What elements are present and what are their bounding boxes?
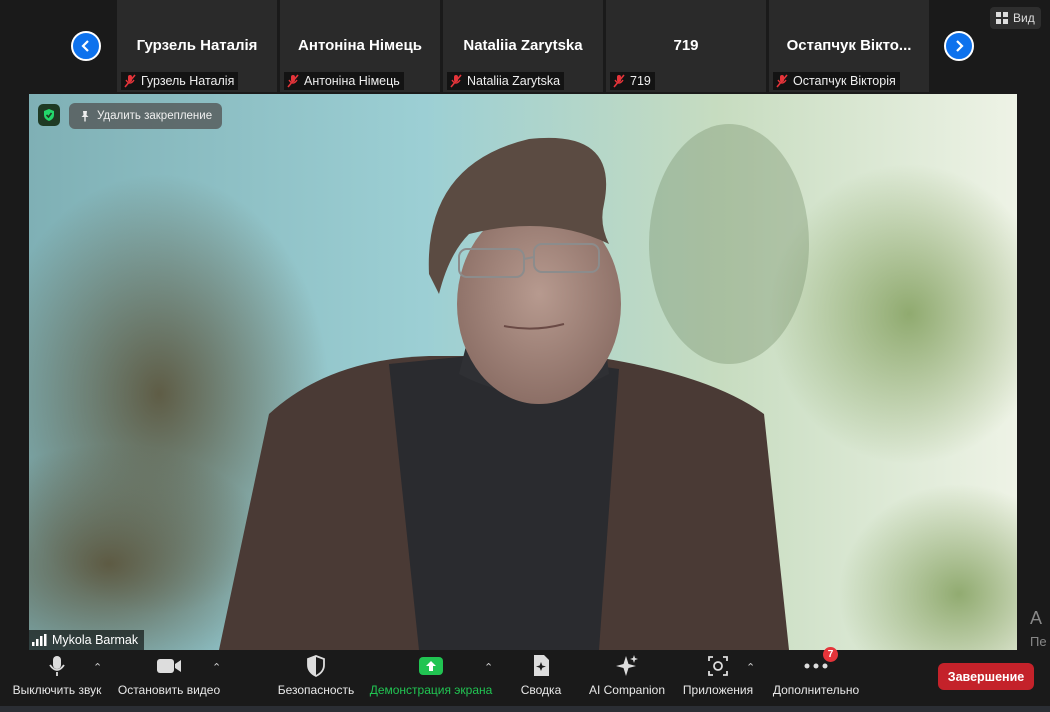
gallery-next-button[interactable]: [944, 31, 974, 61]
ai-companion-label: AI Companion: [588, 683, 666, 697]
sparkle-icon: [616, 655, 638, 676]
tile-label-text: 719: [630, 74, 651, 88]
meeting-toolbar: Выключить звук ⌃ Остановить видео ⌃ Безо…: [0, 647, 1050, 706]
more-dots-icon: [804, 663, 828, 669]
gallery-tile[interactable]: Гурзель Наталія Гурзель Наталія: [117, 0, 277, 92]
microphone-icon: [49, 656, 65, 676]
tile-display-name: Остапчук Вікто...: [786, 37, 912, 54]
side-partial-text: A: [1030, 608, 1043, 628]
stop-video-button[interactable]: Остановить видео: [117, 651, 221, 706]
tile-label-text: Гурзель Наталія: [141, 74, 235, 88]
end-meeting-button[interactable]: Завершение: [938, 663, 1034, 690]
tile-label-text: Антоніна Німець: [304, 74, 400, 88]
view-button-label: Вид: [1013, 11, 1035, 25]
more-button[interactable]: 7 Дополнительно: [769, 647, 863, 706]
gallery-tile[interactable]: Антоніна Німець Антоніна Німець: [280, 0, 440, 92]
gallery-tile[interactable]: Остапчук Вікто... Остапчук Вікторія: [769, 0, 929, 92]
tile-label-text: Nataliia Zarytska: [467, 74, 561, 88]
apps-button[interactable]: Приложения: [680, 651, 756, 706]
video-camera-icon: [157, 659, 181, 673]
chevron-right-icon: [956, 40, 964, 52]
unpin-label: Удалить закрепление: [97, 110, 213, 122]
gallery-tile[interactable]: 719 719: [606, 0, 766, 92]
share-screen-label: Демонстрация экрана: [369, 683, 493, 697]
ai-companion-button[interactable]: AI Companion: [585, 651, 669, 706]
stop-video-label: Остановить видео: [117, 683, 221, 697]
share-screen-button[interactable]: Демонстрация экрана: [369, 651, 493, 706]
shield-check-icon: [44, 109, 54, 121]
tile-display-name: Антоніна Німець: [298, 37, 422, 54]
security-label: Безопасность: [277, 683, 355, 697]
apps-label: Приложения: [682, 683, 754, 697]
pin-icon: [81, 111, 89, 122]
tile-label-text: Остапчук Вікторія: [793, 74, 896, 88]
audio-options-caret[interactable]: ⌃: [93, 661, 102, 674]
gallery-tile[interactable]: Nataliia Zarytska Nataliia Zarytska: [443, 0, 603, 92]
tile-display-name: 719: [673, 37, 699, 54]
tile-name-label: Nataliia Zarytska: [447, 72, 565, 90]
share-options-caret[interactable]: ⌃: [484, 661, 493, 674]
summary-document-icon: [534, 655, 549, 676]
summary-label: Сводка: [520, 683, 562, 697]
tile-display-name: Гурзель Наталія: [136, 37, 258, 54]
mic-muted-icon: [613, 74, 625, 88]
tile-name-label: Антоніна Німець: [284, 72, 404, 90]
apps-icon: [708, 656, 728, 676]
shield-icon: [307, 655, 325, 677]
encryption-badge[interactable]: [38, 104, 60, 126]
mic-muted-icon: [450, 74, 462, 88]
side-partial-text: Пе: [1030, 634, 1047, 649]
video-options-caret[interactable]: ⌃: [212, 661, 221, 674]
grid-icon: [996, 12, 1008, 24]
main-video[interactable]: Удалить закрепление Mykola Barmak: [29, 94, 1017, 650]
mic-muted-icon: [124, 74, 136, 88]
tile-name-label: Остапчук Вікторія: [773, 72, 900, 90]
security-button[interactable]: Безопасность: [276, 651, 356, 706]
tile-name-label: 719: [610, 72, 655, 90]
speaker-name-label: Mykola Barmak: [29, 630, 145, 650]
notification-badge: 7: [823, 647, 838, 662]
mic-muted-icon: [776, 74, 788, 88]
tile-display-name: Nataliia Zarytska: [463, 37, 583, 54]
unpin-button[interactable]: Удалить закрепление: [69, 103, 223, 129]
os-taskbar-strip: [0, 706, 1050, 712]
speaker-name: Mykola Barmak: [52, 633, 139, 647]
gallery-strip: Гурзель Наталія Гурзель Наталія Антоніна…: [0, 0, 1050, 93]
mic-muted-icon: [287, 74, 299, 88]
chevron-left-icon: [81, 40, 89, 52]
view-button[interactable]: Вид: [990, 7, 1041, 29]
share-screen-icon: [419, 657, 443, 675]
mute-button[interactable]: Выключить звук: [10, 651, 104, 706]
summary-button[interactable]: Сводка: [515, 651, 567, 706]
gallery-prev-button[interactable]: [71, 31, 101, 61]
mute-label: Выключить звук: [12, 683, 102, 697]
tile-name-label: Гурзель Наталія: [121, 72, 239, 90]
apps-options-caret[interactable]: ⌃: [746, 661, 755, 674]
more-label: Дополнительно: [772, 683, 860, 697]
speaker-video-frame: [29, 94, 1017, 650]
signal-strength-icon: [32, 634, 47, 646]
